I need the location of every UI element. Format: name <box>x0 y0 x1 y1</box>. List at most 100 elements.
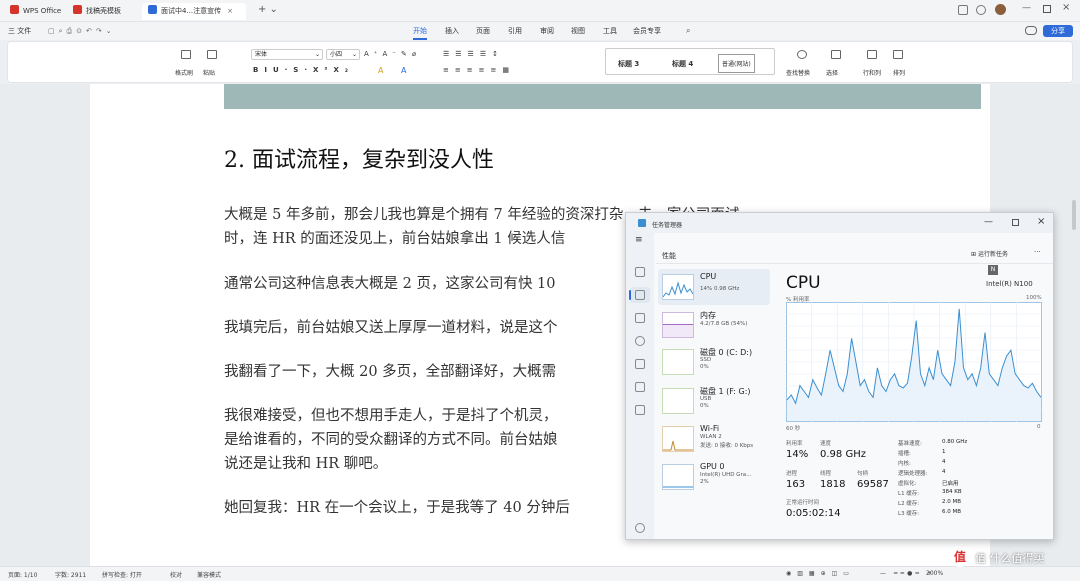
tm-close-icon[interactable]: × <box>1037 216 1045 227</box>
style-heading3[interactable]: 标题 3 <box>618 59 639 69</box>
device-item-memory[interactable]: 内存 4.2/7.8 GB (54%) <box>658 307 770 343</box>
hamburger-icon[interactable]: ≡ <box>635 235 643 245</box>
disk-thumb <box>662 388 694 414</box>
page-count[interactable]: 页面: 1/10 <box>8 570 37 579</box>
task-manager-window[interactable]: 任务管理器 — × ≡ 性能 ⊞ 运行新任务 ··· N CPU 14% 0.9… <box>625 212 1054 540</box>
window-close-icon[interactable]: × <box>1062 2 1070 13</box>
task-manager-titlebar[interactable]: 任务管理器 — × <box>626 213 1053 233</box>
device-item-disk1[interactable]: 磁盘 1 (F: G:) USB 0% <box>658 383 770 419</box>
device-item-wifi[interactable]: Wi-Fi WLAN 2 发送: 0 接收: 0 Kbps <box>658 421 770 457</box>
minimize-icon[interactable]: — <box>1022 3 1031 13</box>
cloud-icon[interactable] <box>1025 26 1037 35</box>
startup-icon[interactable] <box>635 336 645 346</box>
view-mode-icons[interactable]: ◉▥▦⊕◫▭ <box>786 570 855 577</box>
paragraph-icons[interactable]: ☰☰☰☰↕ <box>443 50 504 58</box>
arrange-icon[interactable] <box>893 50 903 59</box>
proc-label: 进程 <box>786 471 798 477</box>
tab-home[interactable]: 开始 <box>413 26 427 40</box>
tab-bar: WPS Office 找稿壳模板 面试中4...注意宣传 × + ⌄ — × <box>0 0 1080 22</box>
avatar[interactable] <box>995 4 1006 15</box>
tab-insert[interactable]: 插入 <box>445 26 459 36</box>
section-title: 性能 <box>662 252 676 260</box>
tab-view[interactable]: 视图 <box>571 26 585 36</box>
device-item-disk0[interactable]: 磁盘 0 (C: D:) SSD 0% <box>658 344 770 380</box>
paragraph-line: 通常公司这种信息表大概是 2 页，这家公司有快 10 <box>224 276 556 292</box>
tab-tools[interactable]: 工具 <box>603 26 617 36</box>
status-bar: 页面: 1/10 字数: 2911 拼写检查: 打开 校对 兼容模式 ◉▥▦⊕◫… <box>0 566 1080 581</box>
device-sub: 0% <box>700 403 709 409</box>
tab-wps-office[interactable]: WPS Office <box>4 3 64 20</box>
gear-icon[interactable] <box>635 523 645 533</box>
paragraph-line: 说还是让我和 HR 聊吧。 <box>224 456 388 472</box>
spec-label: 基准速度: <box>898 441 922 447</box>
restore-icon[interactable] <box>1043 5 1051 13</box>
file-menu[interactable]: 三 文件 <box>8 26 31 36</box>
device-item-gpu[interactable]: GPU 0 Intel(R) UHD Gra... 2% <box>658 459 770 495</box>
cpu-model: Intel(R) N100 <box>986 280 1033 288</box>
font-tools-icons[interactable]: A⁺A⁻✎⌀ <box>364 50 421 58</box>
run-new-task-button[interactable]: ⊞ 运行新任务 <box>971 249 1008 258</box>
select-label[interactable]: 选择 <box>826 68 838 77</box>
run-task-icon: ⊞ <box>971 251 978 258</box>
tm-maximize-icon[interactable] <box>1012 219 1019 226</box>
settings-icon[interactable] <box>976 5 986 15</box>
spec-label: L1 缓存: <box>898 491 920 497</box>
row-col-label[interactable]: 行和列 <box>863 68 881 77</box>
layout-icon[interactable] <box>958 5 968 15</box>
quick-access-icons[interactable]: ▢⌕⎙⊙↶↷⌄ <box>48 27 116 36</box>
highlight-icon[interactable]: A <box>378 66 383 75</box>
watermark-logo: 值 <box>950 547 970 567</box>
wifi-thumb <box>662 426 694 452</box>
align-icons[interactable]: ≡≡≡≡≡▦ <box>443 66 515 74</box>
font-size-select[interactable]: 小四 ⌄ <box>326 49 360 60</box>
details-icon[interactable] <box>635 382 645 392</box>
spec-value: 已启用 <box>942 481 959 487</box>
tab-template[interactable]: 找稿壳模板 <box>67 3 137 20</box>
find-icon[interactable] <box>797 50 807 59</box>
zoom-level[interactable]: 200% <box>926 570 943 577</box>
device-item-cpu[interactable]: CPU 14% 0.98 GHz <box>658 269 770 305</box>
paragraph-line: 时，连 HR 的面还没见上，前台姑娘拿出 1 候选人信 <box>224 231 566 247</box>
text-format-icons[interactable]: BIU·S·X²X₂ <box>253 66 354 74</box>
tab-review[interactable]: 审阅 <box>540 26 554 36</box>
search-icon[interactable]: ⌕ <box>686 26 690 36</box>
share-button[interactable]: 分享 <box>1043 25 1073 37</box>
processes-icon[interactable] <box>635 267 645 277</box>
tab-member[interactable]: 会员专享 <box>633 26 661 36</box>
row-col-icon[interactable] <box>867 50 877 59</box>
tab-reference[interactable]: 引用 <box>508 26 522 36</box>
format-painter-icon[interactable] <box>181 50 191 59</box>
services-icon[interactable] <box>635 405 645 415</box>
proofread[interactable]: 校对 <box>170 570 182 579</box>
spec-value: 1 <box>942 449 946 455</box>
spec-value: 4 <box>942 459 946 465</box>
spell-check[interactable]: 拼写检查: 打开 <box>102 570 142 579</box>
font-color-icon[interactable]: A <box>401 66 406 75</box>
font-name-select[interactable]: 宋体 ⌄ <box>251 49 323 60</box>
word-count[interactable]: 字数: 2911 <box>55 570 86 579</box>
performance-icon[interactable] <box>635 290 645 300</box>
tab-current-doc[interactable]: 面试中4...注意宣传 × <box>142 3 246 20</box>
style-heading4[interactable]: 标题 4 <box>672 59 693 69</box>
close-icon[interactable]: × <box>227 7 233 15</box>
users-icon[interactable] <box>635 359 645 369</box>
spec-value: 0.80 GHz <box>942 439 968 445</box>
find-replace-label[interactable]: 查找替换 <box>786 68 810 77</box>
tm-minimize-icon[interactable]: — <box>984 217 993 227</box>
graph-time: 60 秒 <box>786 426 801 432</box>
scrollbar-thumb[interactable] <box>1072 200 1076 230</box>
spec-label: 逻辑处理器: <box>898 471 928 477</box>
tab-page[interactable]: 页面 <box>476 26 490 36</box>
app-history-icon[interactable] <box>635 313 645 323</box>
select-icon[interactable] <box>831 50 841 59</box>
doc-icon <box>73 5 82 14</box>
arrange-label[interactable]: 排列 <box>893 68 905 77</box>
menu-bar: 三 文件 ▢⌕⎙⊙↶↷⌄ 开始 插入 页面 引用 审阅 视图 工具 会员专享 ⌕… <box>0 22 1080 40</box>
paste-icon[interactable] <box>207 50 217 59</box>
tab-label: WPS Office <box>23 7 62 15</box>
new-tab-icon[interactable]: + ⌄ <box>258 4 278 15</box>
more-options-icon[interactable]: ··· <box>1034 248 1041 256</box>
style-normal-web[interactable]: 普通(网站) <box>718 54 755 73</box>
spec-label: 内核: <box>898 461 911 467</box>
util-label: 利用率 <box>786 441 803 447</box>
